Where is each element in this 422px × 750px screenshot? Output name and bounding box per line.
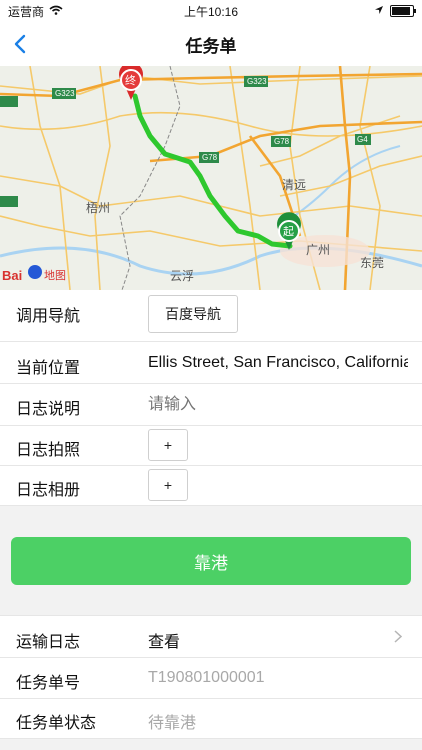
baidu-navigation-button[interactable]: 百度导航 [148,295,238,333]
chevron-left-icon [14,34,26,54]
battery-icon [390,5,416,17]
end-marker-label: 终 [125,73,136,87]
location-label: 当前位置 [16,360,81,377]
city-label: 梧州 [86,200,110,215]
row-log-album: 日志相册 + [0,466,422,506]
city-label: 云浮 [170,269,194,283]
row-location: 当前位置 Ellis Street, San Francisco, Califo… [0,342,422,384]
row-task-status: 任务单状态 待靠港 [0,699,422,739]
task-number-label: 任务单号 [16,675,81,692]
row-log-note: 日志说明 [0,384,422,426]
route-map[interactable]: G323 G323 G78 G78 G4 梧州 清远 广州 东莞 云浮 终 起 [0,66,422,290]
transport-log-view-link[interactable]: 查看 [148,628,180,652]
road-label: G323 [247,77,267,86]
city-label: 东莞 [360,256,384,270]
map-brand: Bai [2,268,22,283]
navigation-bar: 任务单 [0,22,422,67]
log-note-label: 日志说明 [16,401,81,418]
row-log-photo: 日志拍照 + [0,426,422,466]
log-note-input[interactable] [148,393,398,417]
start-marker-label: 起 [283,225,294,238]
log-photo-label: 日志拍照 [16,442,81,459]
current-location-value: Ellis Street, San Francisco, California [148,354,408,371]
task-number-value: T190801000001 [148,669,265,686]
road-label: G4 [357,135,368,144]
city-label: 广州 [306,243,330,257]
chevron-right-icon [394,630,403,648]
row-task-number: 任务单号 T190801000001 [0,658,422,699]
task-status-value: 待靠港 [148,715,197,732]
log-album-label: 日志相册 [16,482,81,499]
row-transport-log[interactable]: 运输日志 查看 [0,615,422,658]
page-title: 任务单 [185,36,237,56]
navigation-label: 调用导航 [16,308,81,325]
transport-log-label: 运输日志 [16,634,81,651]
map-canvas: G323 G323 G78 G78 G4 梧州 清远 广州 东莞 云浮 终 起 [0,66,422,290]
add-photo-button[interactable]: + [148,429,188,461]
map-brand-suffix: 地图 [44,269,66,282]
add-album-button[interactable]: + [148,469,188,501]
road-label: G78 [274,137,290,146]
row-navigation: 调用导航 百度导航 [0,290,422,342]
back-button[interactable] [14,22,44,66]
clock: 上午10:16 [183,4,239,19]
status-bar: 运营商 上午10:16 [0,0,422,22]
task-status-label: 任务单状态 [16,715,97,732]
road-label: G78 [202,153,218,162]
city-label: 清远 [282,178,306,192]
dock-button[interactable]: 靠港 [11,537,411,585]
road-label: G323 [55,89,75,98]
